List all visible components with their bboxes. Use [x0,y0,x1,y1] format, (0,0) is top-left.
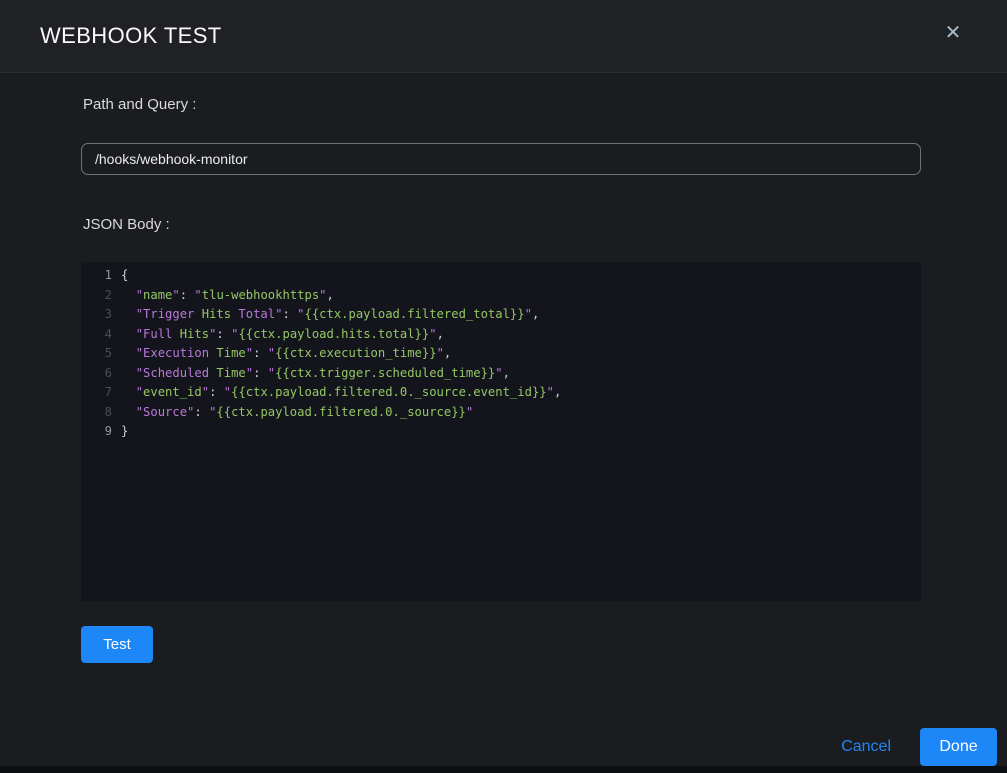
dialog-header: WEBHOOK TEST ✕ [0,0,1007,73]
path-and-query-label: Path and Query : [83,96,196,113]
json-body-label: JSON Body : [83,216,170,233]
code-token: Hits [202,307,239,321]
code-token: " [525,307,532,321]
code-token: " [202,385,209,399]
code-token: " [495,366,502,380]
line-number: 9 [81,422,112,442]
code-token: , [327,288,334,302]
line-number: 8 [81,403,112,423]
code-content: "Execution Time": "{{ctx.execution_time}… [121,344,451,364]
code-content: { [121,266,128,286]
code-token: " [547,385,554,399]
code-token: "Source" [136,405,195,419]
code-token: , [444,346,451,360]
code-token [121,385,136,399]
code-token: , [532,307,539,321]
line-number: 5 [81,344,112,364]
code-line: 6 "Scheduled Time": "{{ctx.trigger.sched… [81,364,921,384]
code-token: " [429,327,436,341]
code-token [121,366,136,380]
code-token: Time [216,366,245,380]
json-body-editor[interactable]: 1{2 "name": "tlu-webhookhttps",3 "Trigge… [81,262,921,601]
code-token: : [253,346,268,360]
code-token [121,405,136,419]
code-line: 1{ [81,266,921,286]
line-number: 7 [81,383,112,403]
code-token: " [136,385,143,399]
code-token: : [253,366,268,380]
code-content: "Trigger Hits Total": "{{ctx.payload.fil… [121,305,539,325]
code-token: {{ctx.payload.filtered.0._source.event_i… [231,385,547,399]
line-number: 4 [81,325,112,345]
code-token: " [224,385,231,399]
code-token: name [143,288,172,302]
code-line: 7 "event_id": "{{ctx.payload.filtered.0.… [81,383,921,403]
code-token: {{ctx.trigger.scheduled_time}} [275,366,495,380]
code-token: {{ctx.payload.hits.total}} [238,327,429,341]
dialog-title: WEBHOOK TEST [40,23,222,49]
code-token: event_id [143,385,202,399]
code-token: : [282,307,297,321]
close-icon[interactable]: ✕ [939,18,967,46]
code-content: "Full Hits": "{{ctx.payload.hits.total}}… [121,325,444,345]
code-token [121,288,136,302]
code-token: {{ctx.execution_time}} [275,346,436,360]
code-line: 8 "Source": "{{ctx.payload.filtered.0._s… [81,403,921,423]
code-token: "Scheduled [136,366,217,380]
code-token: " [437,346,444,360]
webhook-test-dialog: WEBHOOK TEST ✕ Path and Query : JSON Bod… [0,0,1007,773]
code-content: "name": "tlu-webhookhttps", [121,286,334,306]
code-token: " [466,405,473,419]
page-bottom-strip [0,766,1007,773]
line-number: 6 [81,364,112,384]
code-token: " [194,288,201,302]
code-line: 5 "Execution Time": "{{ctx.execution_tim… [81,344,921,364]
code-token: { [121,268,128,282]
code-token: , [503,366,510,380]
code-token: tlu-webhookhttps [202,288,319,302]
line-number: 2 [81,286,112,306]
path-and-query-input[interactable] [81,143,921,175]
code-content: "Scheduled Time": "{{ctx.trigger.schedul… [121,364,510,384]
cancel-button[interactable]: Cancel [841,738,891,756]
code-lines: 1{2 "name": "tlu-webhookhttps",3 "Trigge… [81,266,921,442]
code-token: " [246,346,253,360]
code-token [121,327,136,341]
code-token: : [216,327,231,341]
code-token: "Full [136,327,180,341]
code-content: "Source": "{{ctx.payload.filtered.0._sou… [121,403,473,423]
code-token: " [136,288,143,302]
code-token: {{ctx.payload.filtered_total}} [304,307,524,321]
code-line: 2 "name": "tlu-webhookhttps", [81,286,921,306]
code-token: "Trigger [136,307,202,321]
code-line: 4 "Full Hits": "{{ctx.payload.hits.total… [81,325,921,345]
code-content: "event_id": "{{ctx.payload.filtered.0._s… [121,383,561,403]
code-token [121,307,136,321]
test-button[interactable]: Test [81,626,153,663]
code-line: 3 "Trigger Hits Total": "{{ctx.payload.f… [81,305,921,325]
code-token: " [319,288,326,302]
line-number: 1 [81,266,112,286]
code-token: " [246,366,253,380]
code-token [121,346,136,360]
code-token: , [437,327,444,341]
line-number: 3 [81,305,112,325]
code-content: } [121,422,128,442]
code-token: : [194,405,209,419]
code-token: " [172,288,179,302]
code-token: } [121,424,128,438]
code-token: : [180,288,195,302]
done-button[interactable]: Done [920,728,997,766]
code-token: "Execution [136,346,217,360]
code-token: , [554,385,561,399]
code-token: Total" [238,307,282,321]
code-token: {{ctx.payload.filtered.0._source}} [216,405,465,419]
code-line: 9} [81,422,921,442]
code-token: Time [216,346,245,360]
code-token: Hits [180,327,209,341]
code-token: : [209,385,224,399]
